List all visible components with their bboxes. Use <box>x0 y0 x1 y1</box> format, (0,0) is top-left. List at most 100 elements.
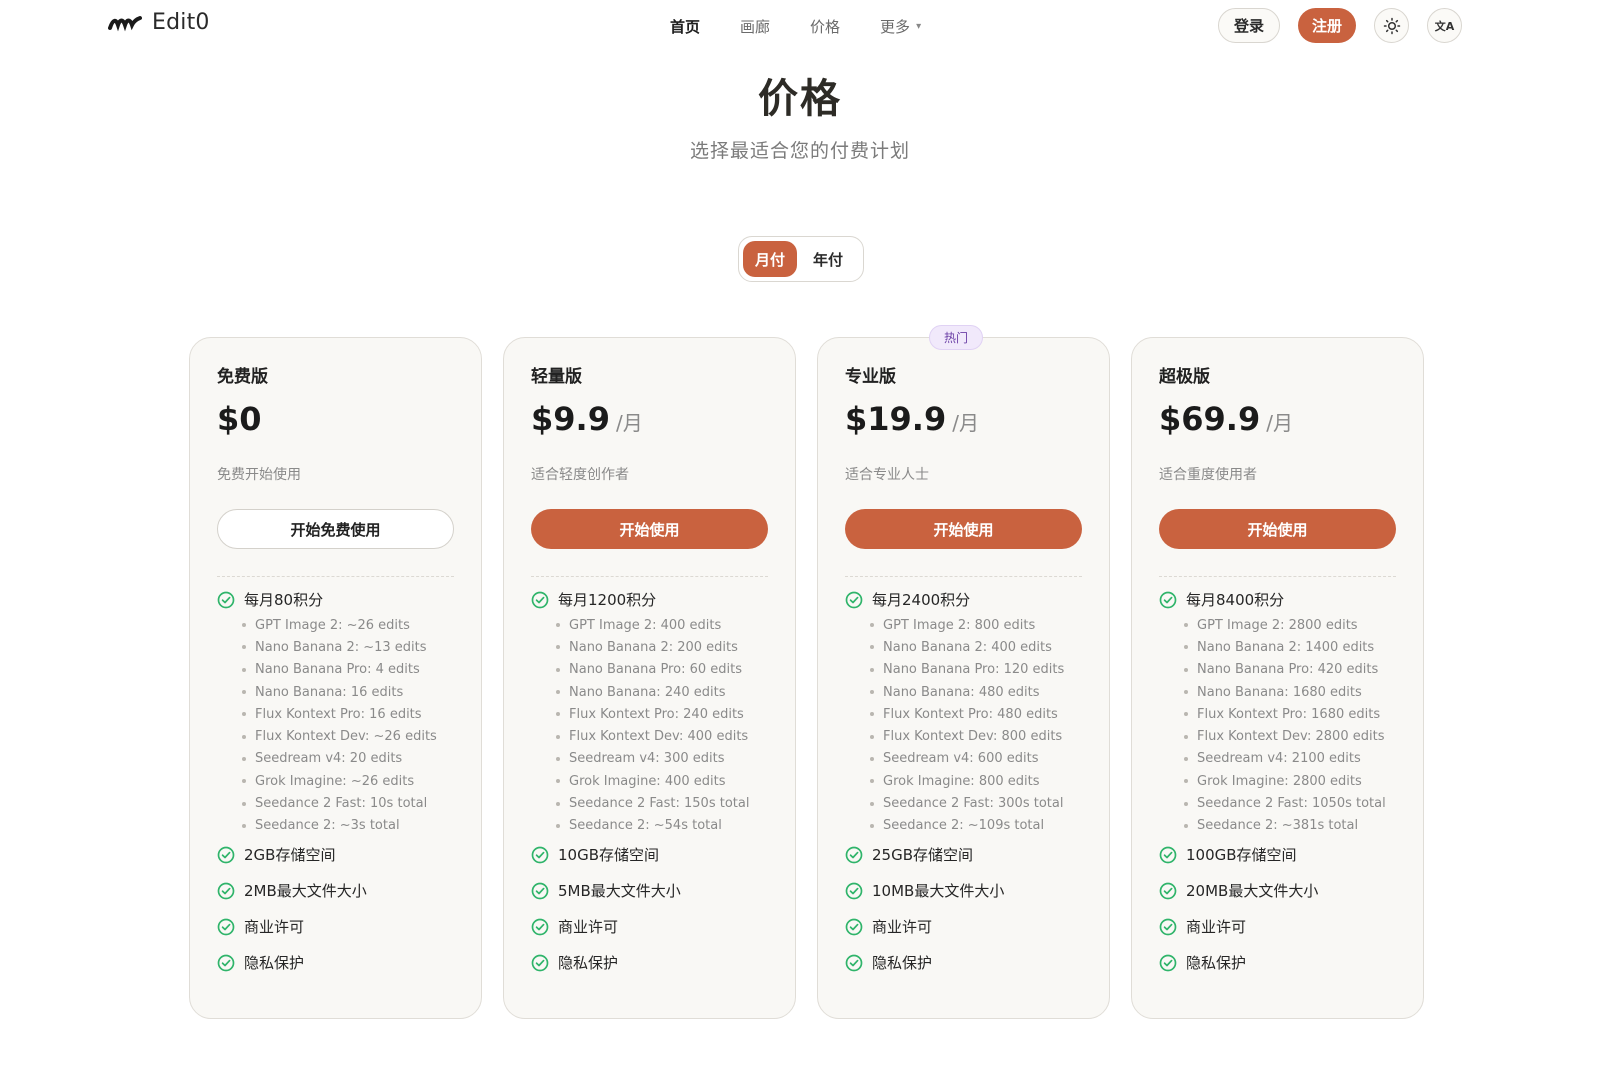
nav-pricing[interactable]: 价格 <box>810 16 840 37</box>
credit-usage-item: Flux Kontext Pro: 240 edits <box>556 703 749 725</box>
check-circle-icon <box>531 918 549 935</box>
credit-usage-item: Grok Imagine: 400 edits <box>556 770 749 792</box>
credit-usage-item: Seedream v4: 2100 edits <box>1184 748 1386 770</box>
translate-icon: 文A <box>1434 19 1455 33</box>
nav-home[interactable]: 首页 <box>670 16 700 37</box>
sun-icon <box>1383 17 1400 34</box>
feature-label: 每月80积分 <box>244 591 324 609</box>
feature-max-file-size: 20MB最大文件大小 <box>1159 880 1318 901</box>
plan-price-row: $0 <box>217 400 268 438</box>
check-circle-icon <box>845 846 863 863</box>
divider <box>531 576 768 577</box>
credit-usage-item: Flux Kontext Dev: 400 edits <box>556 725 749 747</box>
check-circle-icon <box>531 882 549 899</box>
plan-description: 适合专业人士 <box>845 467 929 483</box>
divider <box>845 576 1082 577</box>
page-subtitle: 选择最适合您的付费计划 <box>689 140 910 162</box>
plan-period: /月 <box>1266 411 1293 435</box>
feature-storage: 2GB存储空间 <box>217 844 335 865</box>
plan-price: $19.9 <box>845 400 947 438</box>
check-circle-icon <box>845 882 863 899</box>
credit-usage-item: Nano Banana 2: 1400 edits <box>1184 636 1386 658</box>
chevron-down-icon: ▾ <box>916 21 922 32</box>
check-circle-icon <box>217 918 235 935</box>
feature-storage: 100GB存储空间 <box>1159 844 1297 865</box>
pricing-card: 专业版 $19.9/月 适合专业人士 开始使用 每月2400积分 GPT Image 2:… <box>817 337 1110 1019</box>
check-circle-icon <box>217 591 235 608</box>
nav-more[interactable]: 更多 ▾ <box>880 16 921 37</box>
feature-label: 25GB存储空间 <box>872 846 974 864</box>
plan-cta-button[interactable]: 开始使用 <box>531 509 768 549</box>
login-button[interactable]: 登录 <box>1217 8 1280 43</box>
feature-max-file-size: 2MB最大文件大小 <box>217 880 367 901</box>
plan-period: /月 <box>952 411 979 435</box>
check-circle-icon <box>217 846 235 863</box>
feature-credits: 每月8400积分 <box>1159 589 1284 610</box>
plan-price: $9.9 <box>531 400 610 438</box>
check-circle-icon <box>531 846 549 863</box>
credit-usage-item: GPT Image 2: 2800 edits <box>1184 614 1386 636</box>
feature-privacy: 隐私保护 <box>531 952 618 973</box>
credit-usage-item: Nano Banana Pro: 4 edits <box>242 659 437 681</box>
nav-gallery[interactable]: 画廊 <box>740 16 770 37</box>
feature-label: 5MB最大文件大小 <box>558 882 681 900</box>
feature-label: 商业许可 <box>872 918 933 936</box>
credit-usage-item: Seedance 2 Fast: 150s total <box>556 792 749 814</box>
popular-badge: 热门 <box>929 325 984 350</box>
feature-storage: 10GB存储空间 <box>531 844 659 865</box>
credit-usage-item: GPT Image 2: 400 edits <box>556 614 749 636</box>
main-nav: 首页 画廊 价格 更多 ▾ <box>670 16 921 37</box>
credit-usage-item: Nano Banana Pro: 420 edits <box>1184 659 1386 681</box>
brand-logo[interactable]: Edit0 <box>108 10 210 35</box>
plan-cta-button[interactable]: 开始使用 <box>1159 509 1396 549</box>
nav-more-label: 更多 <box>880 18 911 36</box>
feature-privacy: 隐私保护 <box>845 952 932 973</box>
feature-label: 20MB最大文件大小 <box>1186 882 1319 900</box>
plan-description: 适合轻度创作者 <box>531 467 629 483</box>
feature-label: 商业许可 <box>244 918 305 936</box>
plan-price-row: $69.9/月 <box>1159 400 1293 438</box>
divider <box>1159 576 1396 577</box>
feature-credits: 每月1200积分 <box>531 589 656 610</box>
plan-description: 免费开始使用 <box>217 467 301 483</box>
credit-usage-item: Nano Banana Pro: 120 edits <box>870 659 1064 681</box>
divider <box>217 576 454 577</box>
credit-usage-item: Seedance 2: ~381s total <box>1184 815 1386 837</box>
billing-monthly-option[interactable]: 月付 <box>743 241 798 277</box>
credit-usage-item: Flux Kontext Pro: 16 edits <box>242 703 437 725</box>
credit-usage-item: Grok Imagine: 2800 edits <box>1184 770 1386 792</box>
feature-label: 隐私保护 <box>244 954 305 972</box>
credit-usage-item: Nano Banana 2: ~13 edits <box>242 636 437 658</box>
signup-button[interactable]: 注册 <box>1297 8 1356 43</box>
plan-price-row: $19.9/月 <box>845 400 979 438</box>
feature-label: 10MB最大文件大小 <box>872 882 1005 900</box>
language-button[interactable]: 文A <box>1427 8 1462 43</box>
plan-name: 专业版 <box>845 367 896 387</box>
page-title: 价格 <box>758 76 842 122</box>
credit-usage-item: Seedance 2: ~54s total <box>556 815 749 837</box>
feature-storage: 25GB存储空间 <box>845 844 973 865</box>
feature-credits: 每月80积分 <box>217 589 323 610</box>
credit-usage-item: Nano Banana Pro: 60 edits <box>556 659 749 681</box>
plan-price: $69.9 <box>1159 400 1261 438</box>
theme-toggle-button[interactable] <box>1374 8 1409 43</box>
header-actions: 登录 注册 文A <box>1217 8 1462 43</box>
plan-period: /月 <box>615 411 643 435</box>
plan-name: 免费版 <box>217 367 268 387</box>
feature-label: 2MB最大文件大小 <box>244 882 367 900</box>
credit-usage-item: Grok Imagine: 800 edits <box>870 770 1064 792</box>
credit-usage-item: Seedance 2 Fast: 1050s total <box>1184 792 1386 814</box>
credit-usage-item: Nano Banana: 1680 edits <box>1184 681 1386 703</box>
check-circle-icon <box>531 591 549 608</box>
plan-cta-button[interactable]: 开始使用 <box>845 509 1082 549</box>
billing-toggle: 月付 年付 <box>738 236 864 282</box>
check-circle-icon <box>217 882 235 899</box>
feature-label: 100GB存储空间 <box>1186 846 1297 864</box>
plan-cta-button[interactable]: 开始免费使用 <box>217 509 454 549</box>
credit-usage-item: GPT Image 2: ~26 edits <box>242 614 437 636</box>
credit-usage-item: Nano Banana 2: 400 edits <box>870 636 1064 658</box>
billing-yearly-option[interactable]: 年付 <box>801 241 855 277</box>
credit-usage-list: GPT Image 2: 400 edits Nano Banana 2: 200… <box>556 614 749 837</box>
credit-usage-item: Flux Kontext Dev: ~26 edits <box>242 725 437 747</box>
credit-usage-item: Flux Kontext Dev: 2800 edits <box>1184 725 1386 747</box>
